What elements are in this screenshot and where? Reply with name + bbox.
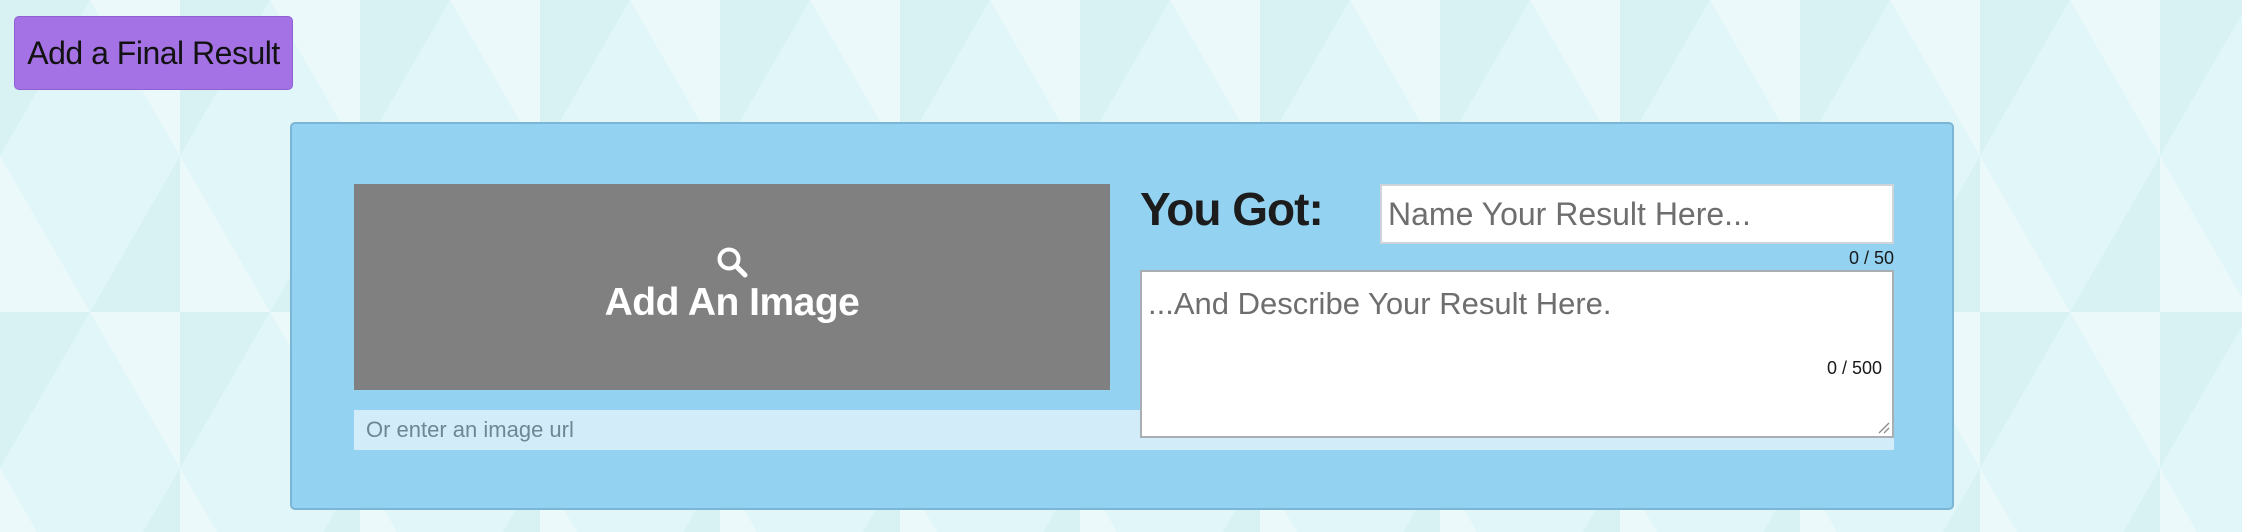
result-card: Add An Image You Got: 0 / 50 0 / 500	[290, 122, 1954, 510]
result-description-char-count: 0 / 500	[1826, 358, 1882, 378]
search-icon	[717, 247, 748, 278]
result-description-container: 0 / 500	[1140, 270, 1894, 438]
result-name-char-count: 0 / 50	[1848, 248, 1894, 268]
add-image-dropzone[interactable]: Add An Image	[354, 184, 1110, 390]
resize-handle-icon[interactable]	[1876, 420, 1890, 434]
result-description-textarea[interactable]	[1142, 272, 1892, 436]
result-name-input[interactable]	[1380, 184, 1894, 244]
add-image-label: Add An Image	[604, 281, 860, 324]
you-got-label: You Got:	[1140, 183, 1324, 235]
add-final-result-button[interactable]: Add a Final Result	[14, 16, 293, 90]
